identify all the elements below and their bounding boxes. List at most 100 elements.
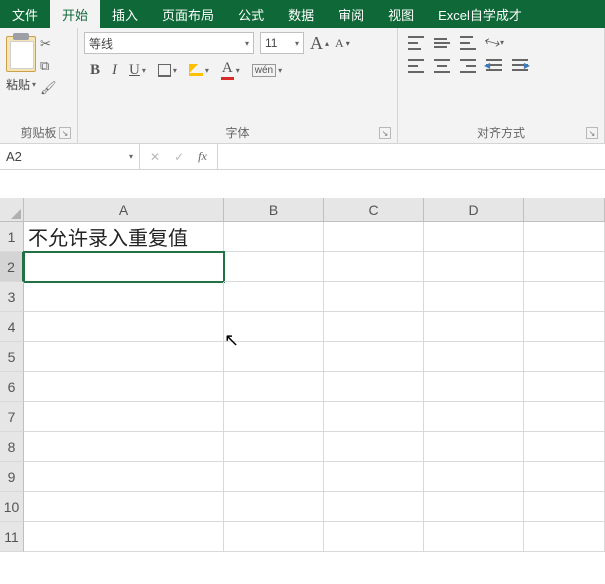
tab-home[interactable]: 开始 [50, 0, 100, 28]
cut-button[interactable]: ✂ [40, 36, 57, 52]
cell-c3[interactable] [324, 282, 424, 312]
select-all-corner[interactable] [0, 198, 24, 222]
shrink-font-button[interactable]: A▾ [335, 36, 350, 51]
cell-d2[interactable] [424, 252, 524, 282]
phonetic-button[interactable]: wén▾ [252, 64, 282, 77]
row-header-1[interactable]: 1 [0, 222, 24, 252]
cell-d5[interactable] [424, 342, 524, 372]
row-header-3[interactable]: 3 [0, 282, 24, 312]
tab-data[interactable]: 数据 [276, 0, 326, 28]
cell-d3[interactable] [424, 282, 524, 312]
row-header-2[interactable]: 2 [0, 252, 24, 282]
cell-b2[interactable] [224, 252, 324, 282]
cell-a6[interactable] [24, 372, 224, 402]
cell-c7[interactable] [324, 402, 424, 432]
bold-button[interactable]: B [90, 62, 100, 79]
row-header-5[interactable]: 5 [0, 342, 24, 372]
cell-a4[interactable] [24, 312, 224, 342]
cell-b10[interactable] [224, 492, 324, 522]
row-header-4[interactable]: 4 [0, 312, 24, 342]
cell-b5[interactable] [224, 342, 324, 372]
cell-a8[interactable] [24, 432, 224, 462]
cell-c10[interactable] [324, 492, 424, 522]
cell-a10[interactable] [24, 492, 224, 522]
tab-formulas[interactable]: 公式 [226, 0, 276, 28]
cell-c2[interactable] [324, 252, 424, 282]
cell-b4[interactable] [224, 312, 324, 342]
cell-c6[interactable] [324, 372, 424, 402]
cell-a1[interactable]: 不允许录入重复值 [24, 222, 224, 252]
confirm-formula-button[interactable]: ✓ [174, 150, 184, 164]
col-header-c[interactable]: C [324, 198, 424, 222]
tab-page-layout[interactable]: 页面布局 [150, 0, 226, 28]
row-header-6[interactable]: 6 [0, 372, 24, 402]
row-header-11[interactable]: 11 [0, 522, 24, 552]
tab-review[interactable]: 审阅 [326, 0, 376, 28]
cell-d4[interactable] [424, 312, 524, 342]
font-dialog-launcher[interactable]: ↘ [379, 127, 391, 139]
font-size-combo[interactable]: 11▾ [260, 32, 304, 54]
cell-c1[interactable] [324, 222, 424, 252]
cell-a11[interactable] [24, 522, 224, 552]
cell-e5[interactable] [524, 342, 605, 372]
worksheet-grid[interactable]: A B C D 1 不允许录入重复值 2 3 4 5 6 7 8 9 10 11 [0, 198, 605, 552]
align-top-button[interactable] [408, 36, 424, 50]
alignment-dialog-launcher[interactable]: ↘ [586, 127, 598, 139]
font-color-button[interactable]: A▾ [221, 60, 240, 80]
cell-b7[interactable] [224, 402, 324, 432]
tab-insert[interactable]: 插入 [100, 0, 150, 28]
align-center-button[interactable] [434, 59, 450, 73]
col-header-b[interactable]: B [224, 198, 324, 222]
orientation-button[interactable]: ⤢▾ [486, 34, 504, 51]
cell-d10[interactable] [424, 492, 524, 522]
row-header-10[interactable]: 10 [0, 492, 24, 522]
col-header-d[interactable]: D [424, 198, 524, 222]
cell-e4[interactable] [524, 312, 605, 342]
cell-e9[interactable] [524, 462, 605, 492]
cell-b1[interactable] [224, 222, 324, 252]
font-name-combo[interactable]: 等线▾ [84, 32, 254, 54]
cell-b11[interactable] [224, 522, 324, 552]
cell-e1[interactable] [524, 222, 605, 252]
borders-button[interactable]: ▾ [158, 64, 177, 77]
cell-a9[interactable] [24, 462, 224, 492]
tab-file[interactable]: 文件 [0, 0, 50, 28]
align-bottom-button[interactable] [460, 36, 476, 50]
cell-b8[interactable] [224, 432, 324, 462]
align-middle-button[interactable] [434, 36, 450, 50]
cell-a2[interactable] [24, 252, 224, 282]
italic-button[interactable]: I [112, 62, 117, 79]
cell-c8[interactable] [324, 432, 424, 462]
fill-color-button[interactable]: ▾ [189, 64, 209, 76]
cell-d1[interactable] [424, 222, 524, 252]
increase-indent-button[interactable] [512, 59, 528, 73]
cell-b6[interactable] [224, 372, 324, 402]
col-header-a[interactable]: A [24, 198, 224, 222]
paste-button[interactable]: 粘贴▾ [6, 32, 36, 96]
cell-e7[interactable] [524, 402, 605, 432]
cell-a3[interactable] [24, 282, 224, 312]
name-box[interactable]: A2▾ [0, 144, 140, 169]
cell-b3[interactable] [224, 282, 324, 312]
cell-a7[interactable] [24, 402, 224, 432]
align-right-button[interactable] [460, 59, 476, 73]
cell-d7[interactable] [424, 402, 524, 432]
copy-button[interactable]: ⧉ [40, 58, 57, 74]
cancel-formula-button[interactable]: ✕ [150, 150, 160, 164]
decrease-indent-button[interactable] [486, 59, 502, 73]
cell-d6[interactable] [424, 372, 524, 402]
cell-a5[interactable] [24, 342, 224, 372]
cell-e6[interactable] [524, 372, 605, 402]
cell-e3[interactable] [524, 282, 605, 312]
cell-c11[interactable] [324, 522, 424, 552]
format-painter-button[interactable]: 🖌 [40, 80, 57, 96]
grow-font-button[interactable]: A▴ [310, 33, 329, 54]
tab-view[interactable]: 视图 [376, 0, 426, 28]
cell-d9[interactable] [424, 462, 524, 492]
cell-c4[interactable] [324, 312, 424, 342]
row-header-7[interactable]: 7 [0, 402, 24, 432]
tab-custom[interactable]: Excel自学成才 [426, 0, 534, 28]
row-header-8[interactable]: 8 [0, 432, 24, 462]
row-header-9[interactable]: 9 [0, 462, 24, 492]
cell-c5[interactable] [324, 342, 424, 372]
